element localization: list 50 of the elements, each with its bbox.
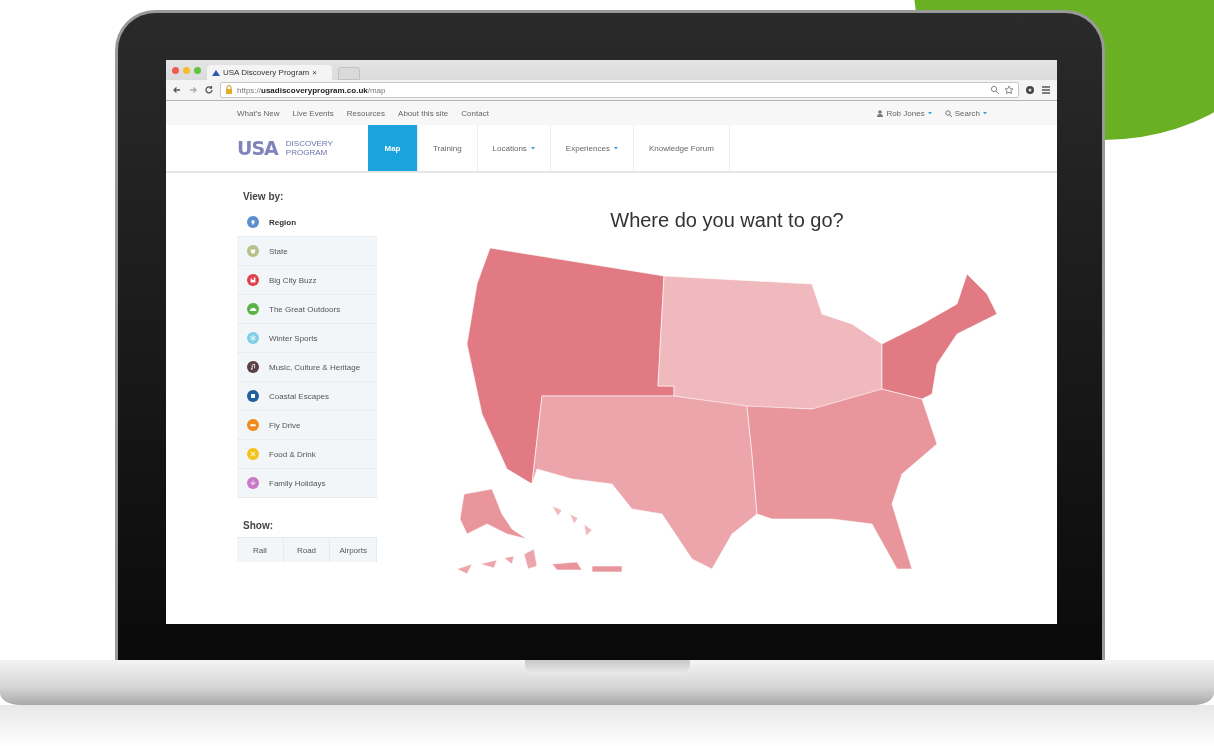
top-nav-link[interactable]: About this site (398, 108, 449, 118)
menu-icon (1041, 85, 1051, 95)
star-icon (1004, 85, 1014, 95)
view-option[interactable]: Fly Drive (237, 411, 377, 440)
show-toggle[interactable]: Airports (330, 538, 377, 562)
view-option[interactable]: Coastal Escapes (237, 382, 377, 411)
url-text: https://usadiscoveryprogram.co.uk/map (237, 85, 386, 95)
search-icon (990, 85, 1000, 95)
view-option[interactable]: Food & Drink (237, 440, 377, 469)
view-option[interactable]: Family Holidays (237, 469, 377, 498)
top-nav-link[interactable]: Resources (346, 108, 386, 118)
logo-text: DISCOVERY PROGRAM (285, 138, 333, 158)
maximize-button[interactable] (194, 66, 201, 74)
back-icon (172, 85, 182, 95)
show-heading: Show: (243, 520, 274, 531)
top-nav-link[interactable]: Contact (461, 108, 489, 118)
nav-tab[interactable]: Experiences (550, 125, 634, 171)
nav-tab[interactable]: Training (418, 125, 478, 171)
tab-close-icon[interactable]: × (312, 68, 317, 77)
view-option[interactable]: Music, Culture & Heritage (237, 353, 377, 382)
site-favicon-icon (212, 68, 220, 77)
minimize-button[interactable] (183, 66, 190, 74)
view-by-heading: View by: (243, 191, 285, 202)
tab-title: USA Discovery Program (223, 68, 310, 77)
user-menu[interactable]: Rob Jones (877, 108, 932, 118)
caret-icon (927, 111, 932, 115)
forward-icon (188, 85, 198, 95)
view-option[interactable]: State (237, 237, 377, 266)
new-tab-button[interactable] (338, 67, 360, 80)
person-icon (877, 109, 884, 117)
search-menu[interactable]: Search (944, 108, 987, 118)
top-nav-link[interactable]: Live Events (292, 108, 334, 118)
search-icon (944, 109, 952, 117)
map-heading: Where do you want to go? (610, 209, 844, 232)
top-nav-link[interactable]: What's New (237, 108, 280, 118)
view-option[interactable]: The Great Outdoors (237, 295, 377, 324)
nav-tab[interactable]: Knowledge Forum (633, 125, 730, 171)
browser-tab[interactable]: USA Discovery Program × (207, 65, 332, 80)
view-option[interactable]: Winter Sports (237, 324, 377, 353)
address-bar[interactable]: https://usadiscoveryprogram.co.uk/map (220, 82, 1019, 98)
show-toggle[interactable]: Rail (237, 538, 284, 562)
us-map-drawing[interactable] (456, 247, 998, 575)
show-toggle[interactable]: Road (283, 538, 331, 562)
logo-mark: USA (237, 137, 278, 159)
caret-icon (983, 111, 987, 115)
nav-tab[interactable]: Locations (477, 125, 551, 171)
close-button[interactable] (172, 66, 179, 74)
view-option[interactable]: Big City Buzz (237, 266, 377, 295)
lock-icon (225, 85, 233, 95)
reload-icon (204, 85, 214, 95)
